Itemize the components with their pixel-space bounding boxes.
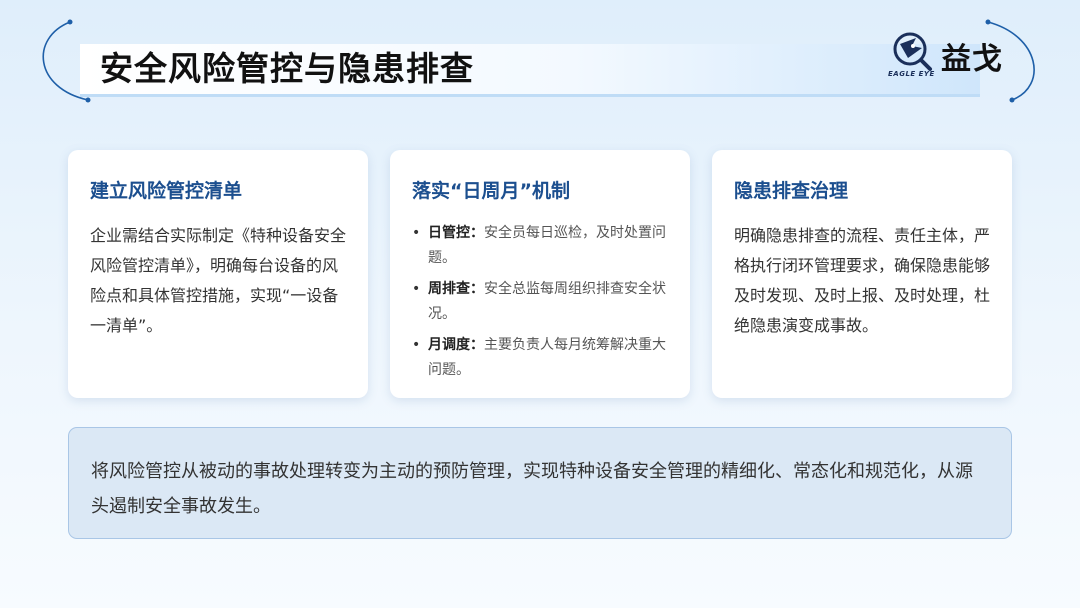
card-body: 明确隐患排查的流程、责任主体，严格执行闭环管理要求，确保隐患能够及时发现、及时上… xyxy=(734,226,991,335)
card-hazard-governance: 隐患排查治理 明确隐患排查的流程、责任主体，严格执行闭环管理要求，确保隐患能够及… xyxy=(712,150,1012,398)
eagle-magnifier-icon xyxy=(893,32,932,71)
card-body: 企业需结合实际制定《特种设备安全风险管控清单》，明确每台设备的风险点和具体管控措… xyxy=(90,226,347,335)
item-key: 周排查： xyxy=(428,281,484,297)
summary-box: 将风险管控从被动的事故处理转变为主动的预防管理，实现特种设备安全管理的精细化、常… xyxy=(68,427,1012,539)
item-key: 日管控： xyxy=(428,225,484,241)
card-daily-weekly-monthly: 落实“日周月”机制 日管控：安全员每日巡检，及时处置问题。 周排查：安全总监每周… xyxy=(390,150,690,398)
list-item: 月调度：主要负责人每月统筹解决重大问题。 xyxy=(412,333,668,383)
page-title: 安全风险管控与隐患排查 xyxy=(100,49,474,88)
list-item: 周排查：安全总监每周组织排查安全状况。 xyxy=(412,277,668,327)
list-item: 日管控：安全员每日巡检，及时处置问题。 xyxy=(412,221,668,271)
item-key: 月调度： xyxy=(428,337,484,353)
card-title: 隐患排查治理 xyxy=(734,180,849,202)
logo-subtext: EAGLE EYE xyxy=(888,70,935,78)
card-title: 落实“日周月”机制 xyxy=(412,180,570,202)
logo-text: 益戈 xyxy=(941,42,1003,77)
brand-logo: 益戈 EAGLE EYE xyxy=(886,30,1016,82)
mechanism-list: 日管控：安全员每日巡检，及时处置问题。 周排查：安全总监每周组织排查安全状况。 … xyxy=(412,221,668,383)
card-title: 建立风险管控清单 xyxy=(90,180,243,202)
card-risk-list: 建立风险管控清单 企业需结合实际制定《特种设备安全风险管控清单》，明确每台设备的… xyxy=(68,150,368,398)
